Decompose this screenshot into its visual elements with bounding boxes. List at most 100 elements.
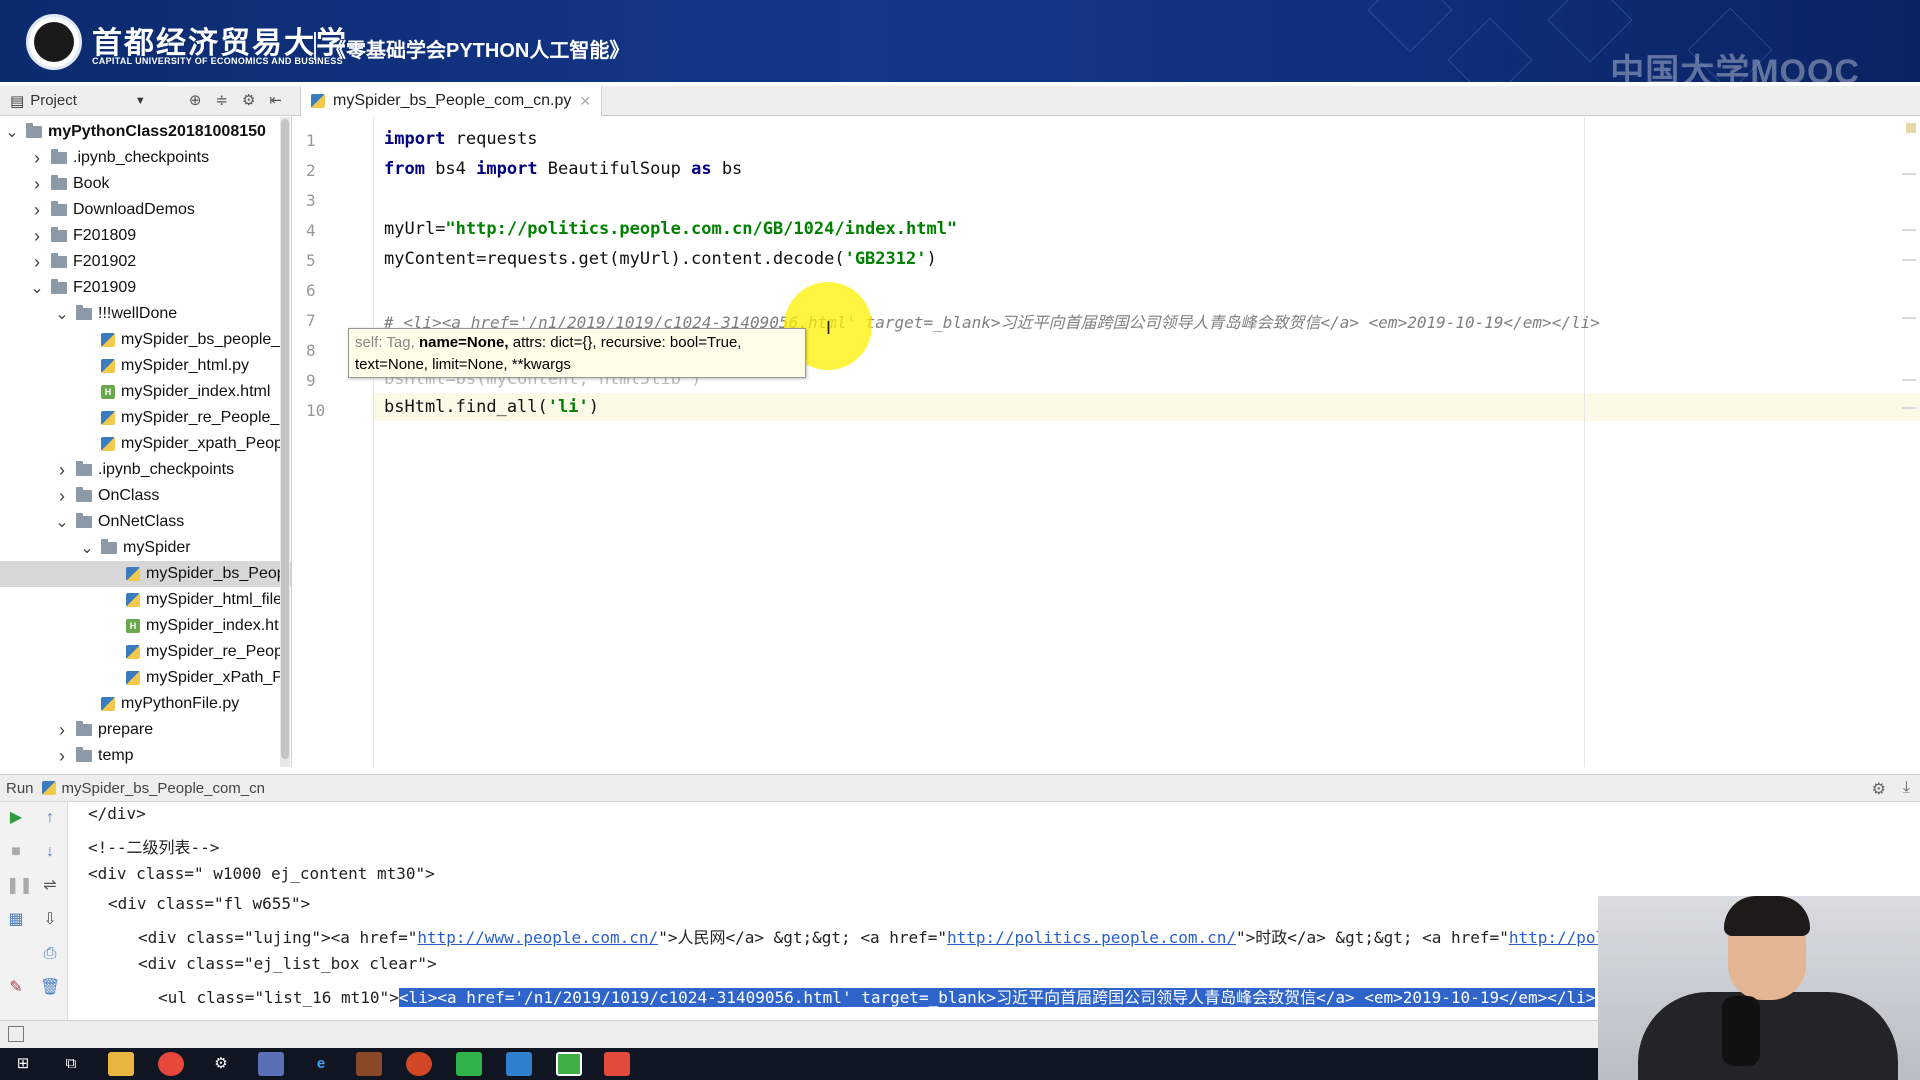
- run-label: Run: [6, 779, 34, 797]
- line-number: 10: [306, 401, 326, 420]
- pycharm-icon[interactable]: [556, 1052, 582, 1076]
- chevron-right-icon[interactable]: ›: [54, 486, 70, 507]
- tree-file[interactable]: mySpider_bs_people_c: [0, 327, 291, 353]
- presenter-video: [1598, 896, 1920, 1080]
- soft-wrap-icon[interactable]: ⇌: [40, 876, 60, 896]
- run-toolbar: ▶ ↑ ■ ↓ ❚❚ ⇌ ▦ ⇩ ⎙ ✎ 🗑: [0, 802, 68, 1020]
- chevron-right-icon[interactable]: ›: [54, 460, 70, 481]
- tree-folder[interactable]: ⌄ myPythonClass20181008150: [0, 119, 291, 145]
- chevron-right-icon[interactable]: ›: [54, 720, 70, 741]
- settings-icon[interactable]: ⚙: [208, 1052, 234, 1076]
- project-view-selector[interactable]: ▤ Project ▼: [10, 92, 146, 110]
- collapse-icon[interactable]: ≑: [215, 91, 228, 109]
- code-editor[interactable]: 1 2 3 4 5 6 7 8 9 10 import requests from bs4 imp…: [292, 117, 1920, 767]
- project-scrollbar[interactable]: [280, 117, 290, 767]
- line-number: 6: [306, 281, 316, 300]
- project-tree: ⌄ myPythonClass20181008150 › .ipynb_checkpo…: [0, 117, 292, 767]
- chevron-down-icon[interactable]: ⌄: [4, 122, 20, 142]
- chevron-down-icon[interactable]: ⌄: [79, 538, 95, 558]
- tool-window-icon[interactable]: [8, 1026, 24, 1042]
- task-view-icon[interactable]: ⧉: [58, 1052, 84, 1076]
- arrow-down-icon[interactable]: ↓: [40, 842, 60, 862]
- tree-file[interactable]: mySpider_html_file: [0, 587, 291, 613]
- chevron-right-icon[interactable]: ›: [29, 148, 45, 169]
- arrow-up-icon[interactable]: ↑: [40, 808, 60, 828]
- tree-file[interactable]: mySpider_xPath_P: [0, 665, 291, 691]
- tree-file[interactable]: mySpider_bs_Peop: [0, 561, 291, 587]
- tree-folder[interactable]: › OnClass: [0, 483, 291, 509]
- chevron-down-icon[interactable]: ⌄: [54, 512, 70, 532]
- project-icon: ▤: [10, 92, 25, 110]
- tree-file[interactable]: mySpider_html.py: [0, 353, 291, 379]
- media-app-icon[interactable]: [356, 1052, 382, 1076]
- trash-icon[interactable]: 🗑: [40, 978, 60, 998]
- tree-folder[interactable]: › temp: [0, 743, 291, 767]
- tree-item-label: OnClass: [98, 487, 160, 504]
- chevron-down-icon[interactable]: ⌄: [29, 278, 45, 298]
- camtasia-icon[interactable]: [456, 1052, 482, 1076]
- locate-icon[interactable]: ⊕: [189, 91, 202, 109]
- tree-item-label: mySpider_xpath_Peop: [121, 435, 283, 452]
- line-number: 9: [306, 371, 316, 390]
- tab-mySpider-bs-people[interactable]: mySpider_bs_People_com_cn.py ✕: [300, 86, 603, 116]
- gear-icon[interactable]: ⚙: [242, 91, 255, 109]
- code-line-4: myUrl="http://politics.people.com.cn/GB/…: [384, 219, 958, 239]
- file-explorer-icon[interactable]: [108, 1052, 134, 1076]
- html-file-icon: H: [126, 619, 140, 633]
- tree-file[interactable]: mySpider_xpath_Peop: [0, 431, 291, 457]
- folder-icon: [76, 721, 92, 736]
- tree-folder[interactable]: ⌄ OnNetClass: [0, 509, 291, 535]
- chevron-right-icon[interactable]: ›: [29, 200, 45, 221]
- line-gutter: 1 2 3 4 5 6 7 8 9 10: [292, 117, 374, 767]
- powerpoint-icon[interactable]: [406, 1052, 432, 1076]
- university-name-en: CAPITAL UNIVERSITY OF ECONOMICS AND BUSI…: [92, 56, 343, 66]
- python-file-icon: [41, 781, 56, 795]
- run-config-name[interactable]: mySpider_bs_People_com_cn: [62, 780, 265, 797]
- stop-icon[interactable]: ■: [6, 842, 26, 862]
- print-icon[interactable]: ⎙: [40, 944, 60, 964]
- course-banner: 首都经济贸易大学 CAPITAL UNIVERSITY OF ECONOMICS…: [0, 0, 1920, 82]
- scroll-to-end-icon[interactable]: ⇩: [40, 910, 60, 930]
- tree-folder[interactable]: › DownloadDemos: [0, 197, 291, 223]
- chevron-down-icon[interactable]: ⌄: [54, 304, 70, 324]
- app-icon-2[interactable]: [506, 1052, 532, 1076]
- tree-file[interactable]: HmySpider_index.ht: [0, 613, 291, 639]
- run-icon[interactable]: ▶: [6, 808, 26, 828]
- chrome-icon[interactable]: [158, 1052, 184, 1076]
- tree-folder[interactable]: › .ipynb_checkpoints: [0, 145, 291, 171]
- download-icon[interactable]: ⤓: [1903, 779, 1910, 797]
- layout-icon[interactable]: ▦: [6, 910, 26, 930]
- tree-file[interactable]: HmySpider_index.html: [0, 379, 291, 405]
- tree-item-label: mySpider_html_file: [146, 591, 283, 608]
- tree-item-label: F201809: [73, 227, 137, 244]
- hide-panel-icon[interactable]: ⇤: [269, 91, 282, 109]
- pin-icon[interactable]: ✎: [6, 978, 26, 998]
- tree-folder[interactable]: ⌄ !!!wellDone: [0, 301, 291, 327]
- console-link[interactable]: http://www.people.com.cn/: [417, 928, 658, 947]
- windows-start-icon[interactable]: ⊞: [10, 1052, 36, 1076]
- edge-icon[interactable]: e: [308, 1052, 334, 1076]
- chevron-right-icon[interactable]: ›: [29, 174, 45, 195]
- app-icon[interactable]: [258, 1052, 284, 1076]
- tree-item-label: mySpider_xPath_P: [146, 669, 283, 686]
- chevron-right-icon[interactable]: ›: [29, 252, 45, 273]
- tree-folder[interactable]: ⌄ F201909: [0, 275, 291, 301]
- console-link[interactable]: http://politics.people.com.cn/: [947, 928, 1236, 947]
- folder-icon: [51, 253, 67, 268]
- tree-folder[interactable]: › prepare: [0, 717, 291, 743]
- pause-icon[interactable]: ❚❚: [6, 876, 33, 896]
- chevron-right-icon[interactable]: ›: [54, 746, 70, 767]
- tree-folder[interactable]: › F201809: [0, 223, 291, 249]
- tree-folder[interactable]: › Book: [0, 171, 291, 197]
- gear-icon[interactable]: ⚙: [1872, 779, 1886, 799]
- editor-tab-bar: mySpider_bs_People_com_cn.py ✕: [292, 86, 1920, 116]
- close-icon[interactable]: ✕: [579, 93, 591, 110]
- tree-file[interactable]: mySpider_re_People_c: [0, 405, 291, 431]
- tree-file[interactable]: mySpider_re_Peop: [0, 639, 291, 665]
- tree-folder[interactable]: › F201902: [0, 249, 291, 275]
- recorder-icon[interactable]: [604, 1052, 630, 1076]
- chevron-right-icon[interactable]: ›: [29, 226, 45, 247]
- tree-file[interactable]: myPythonFile.py: [0, 691, 291, 717]
- tree-folder[interactable]: › .ipynb_checkpoints: [0, 457, 291, 483]
- tree-folder[interactable]: ⌄ mySpider: [0, 535, 291, 561]
